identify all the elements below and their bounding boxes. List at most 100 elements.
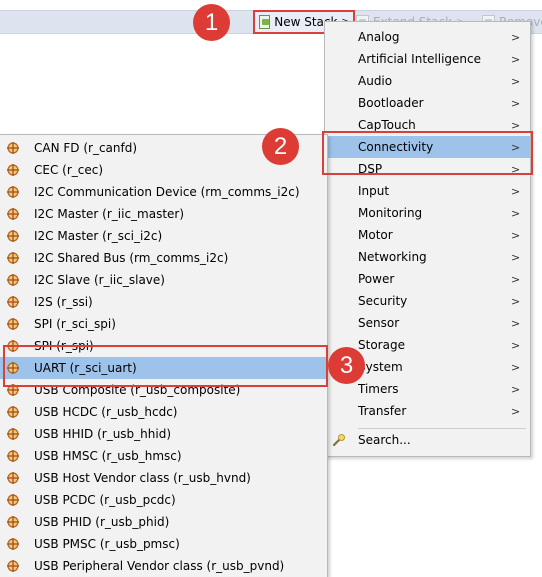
category-item-monitoring[interactable]: Monitoring >	[325, 202, 530, 224]
component-item[interactable]: USB PCDC (r_usb_pcdc)	[0, 489, 326, 511]
chevron-right-icon: >	[511, 184, 521, 198]
chevron-right-icon: >	[511, 74, 521, 88]
component-item[interactable]: USB Peripheral Vendor class (r_usb_pvnd)	[0, 555, 326, 577]
component-icon	[7, 142, 19, 154]
category-item-label: CapTouch	[358, 118, 416, 132]
step-badge-1: 1	[193, 4, 230, 41]
component-item-label: USB Host Vendor class (r_usb_hvnd)	[34, 471, 251, 485]
category-item-motor[interactable]: Motor >	[325, 224, 530, 246]
component-item-label: USB Peripheral Vendor class (r_usb_pvnd)	[34, 559, 285, 573]
chevron-right-icon: >	[511, 294, 521, 308]
category-item-power[interactable]: Power >	[325, 268, 530, 290]
step-badge-2: 2	[262, 128, 299, 165]
chevron-right-icon: >	[511, 382, 521, 396]
category-item-label: Transfer	[358, 404, 407, 418]
component-icon	[7, 318, 19, 330]
component-item[interactable]: USB PMSC (r_usb_pmsc)	[0, 533, 326, 555]
component-item[interactable]: SPI (r_sci_spi)	[0, 313, 326, 335]
category-item-label: Analog	[358, 30, 400, 44]
category-item-label: Bootloader	[358, 96, 424, 110]
component-icon	[7, 406, 19, 418]
new-stack-icon	[259, 15, 271, 29]
component-icon	[7, 516, 19, 528]
component-item-label: USB PCDC (r_usb_pcdc)	[34, 493, 176, 507]
component-item[interactable]: USB HHID (r_usb_hhid)	[0, 423, 326, 445]
connectivity-highlight-box	[322, 131, 533, 175]
component-item-label: USB HHID (r_usb_hhid)	[34, 427, 172, 441]
component-item-label: I2S (r_ssi)	[34, 295, 93, 309]
category-menu: Analog > Artificial Intelligence > Audio > Boo…	[324, 21, 531, 457]
category-item-label: Power	[358, 272, 395, 286]
component-icon	[7, 450, 19, 462]
component-icon	[7, 560, 19, 572]
component-item[interactable]: USB HCDC (r_usb_hcdc)	[0, 401, 326, 423]
chevron-right-icon: >	[511, 404, 521, 418]
category-item-audio[interactable]: Audio >	[325, 70, 530, 92]
search-label: Search...	[358, 433, 411, 447]
chevron-right-icon: >	[511, 228, 521, 242]
component-item-label: I2C Shared Bus (rm_comms_i2c)	[34, 251, 229, 265]
category-item-label: Networking	[358, 250, 427, 264]
category-item-label: Storage	[358, 338, 405, 352]
component-item-label: I2C Master (r_sci_i2c)	[34, 229, 163, 243]
chevron-right-icon: >	[511, 206, 521, 220]
component-item[interactable]: I2C Shared Bus (rm_comms_i2c)	[0, 247, 326, 269]
component-icon	[7, 164, 19, 176]
component-item-label: I2C Communication Device (rm_comms_i2c)	[34, 185, 300, 199]
component-item-label: CEC (r_cec)	[34, 163, 104, 177]
component-item-label: SPI (r_sci_spi)	[34, 317, 116, 331]
chevron-right-icon: >	[511, 360, 521, 374]
component-item[interactable]: USB HMSC (r_usb_hmsc)	[0, 445, 326, 467]
component-item-label: USB PHID (r_usb_phid)	[34, 515, 170, 529]
category-item-label: Security	[358, 294, 408, 308]
component-icon	[7, 274, 19, 286]
component-icon	[7, 230, 19, 242]
search-icon	[332, 434, 345, 447]
component-item-label: I2C Master (r_iic_master)	[34, 207, 185, 221]
component-item[interactable]: USB Host Vendor class (r_usb_hvnd)	[0, 467, 326, 489]
category-item-transfer[interactable]: Transfer >	[325, 400, 530, 422]
category-item-label: Monitoring	[358, 206, 423, 220]
category-item-security[interactable]: Security >	[325, 290, 530, 312]
chevron-right-icon: >	[511, 52, 521, 66]
component-item-label: CAN FD (r_canfd)	[34, 141, 138, 155]
component-item[interactable]: I2C Master (r_iic_master)	[0, 203, 326, 225]
category-item-label: Audio	[358, 74, 393, 88]
component-icon	[7, 428, 19, 440]
component-item[interactable]: I2C Slave (r_iic_slave)	[0, 269, 326, 291]
category-item-bootloader[interactable]: Bootloader >	[325, 92, 530, 114]
component-item[interactable]: USB PHID (r_usb_phid)	[0, 511, 326, 533]
category-item-label: Sensor	[358, 316, 400, 330]
component-item[interactable]: I2C Communication Device (rm_comms_i2c)	[0, 181, 326, 203]
chevron-right-icon: >	[511, 30, 521, 44]
chevron-right-icon: >	[511, 338, 521, 352]
chevron-right-icon: >	[511, 316, 521, 330]
category-item-input[interactable]: Input >	[325, 180, 530, 202]
category-item-label: Input	[358, 184, 390, 198]
category-item-analog[interactable]: Analog >	[325, 26, 530, 48]
step-badge-3: 3	[328, 347, 365, 384]
chevron-right-icon: >	[511, 96, 521, 110]
component-icon	[7, 472, 19, 484]
category-item-artificial-intelligence[interactable]: Artificial Intelligence >	[325, 48, 530, 70]
category-item-sensor[interactable]: Sensor >	[325, 312, 530, 334]
component-icon	[7, 252, 19, 264]
category-item-label: Timers	[358, 382, 399, 396]
chevron-right-icon: >	[511, 272, 521, 286]
component-item-label: USB HCDC (r_usb_hcdc)	[34, 405, 178, 419]
chevron-right-icon: >	[511, 118, 521, 132]
component-icon	[7, 208, 19, 220]
category-item-label: Artificial Intelligence	[358, 52, 481, 66]
component-icon	[7, 538, 19, 550]
search-menu-item[interactable]: Search...	[325, 429, 530, 451]
chevron-right-icon: >	[511, 250, 521, 264]
component-item-label: USB PMSC (r_usb_pmsc)	[34, 537, 180, 551]
category-item-networking[interactable]: Networking >	[325, 246, 530, 268]
uart-highlight-box	[3, 345, 328, 387]
component-icon	[7, 186, 19, 198]
component-item[interactable]: I2C Master (r_sci_i2c)	[0, 225, 326, 247]
component-item-label: I2C Slave (r_iic_slave)	[34, 273, 165, 287]
component-item[interactable]: I2S (r_ssi)	[0, 291, 326, 313]
component-item-label: USB HMSC (r_usb_hmsc)	[34, 449, 182, 463]
category-item-label: Motor	[358, 228, 393, 242]
